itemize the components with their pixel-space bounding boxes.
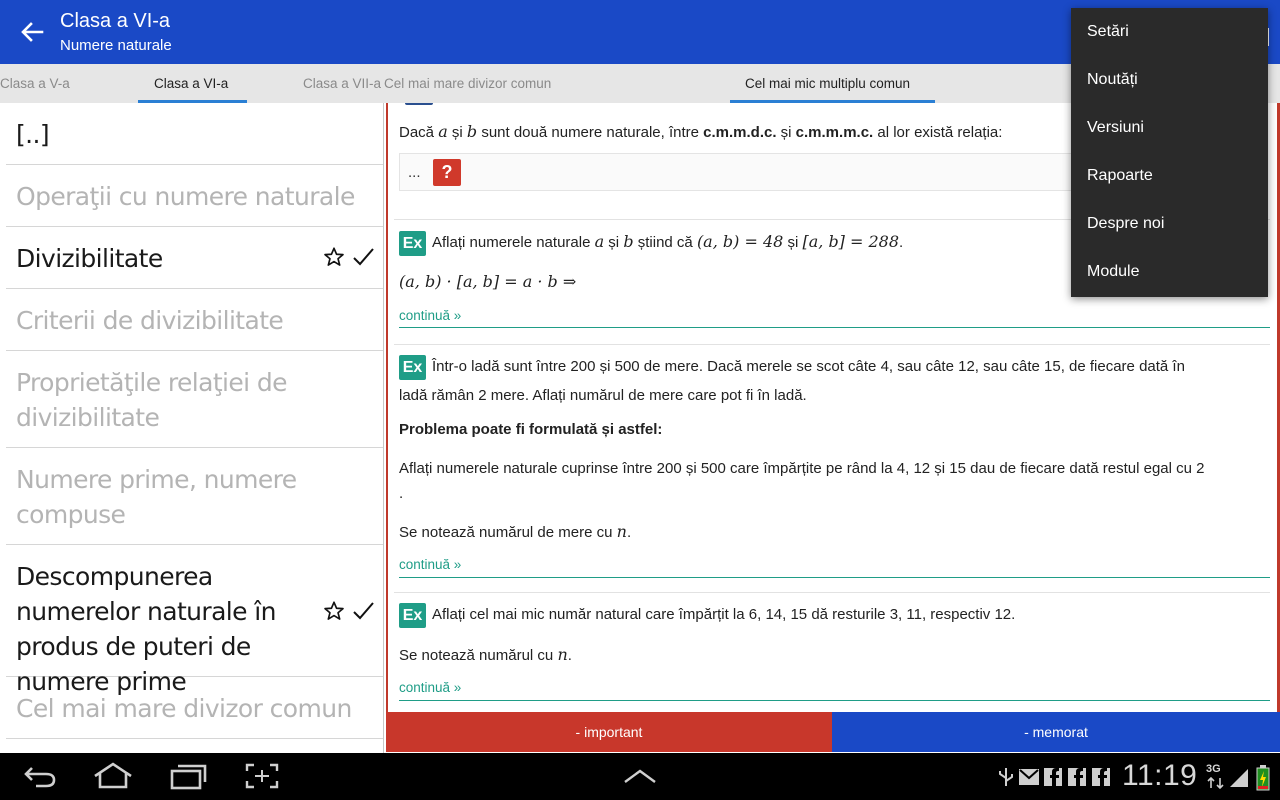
check-icon <box>353 602 374 620</box>
example-badge: Ex <box>399 602 426 628</box>
reveal-answer-button[interactable]: ? <box>433 159 461 186</box>
list-item-parent[interactable]: [..] <box>6 103 383 165</box>
tab-cmmmc[interactable]: Cel mai mic multiplu comun <box>745 64 910 103</box>
tab-cmmdc[interactable]: Cel mai mare divizor comun <box>384 64 551 103</box>
usb-icon <box>999 768 1013 786</box>
facebook-icon <box>1044 768 1062 786</box>
list-item[interactable]: Divizibilitate <box>6 227 383 289</box>
tab-clasa-v[interactable]: Clasa a V-a <box>0 64 70 103</box>
clock: 11:19 <box>1122 759 1198 792</box>
list-item[interactable]: Numere prime, numere compuse <box>6 448 383 545</box>
menu-item-about[interactable]: Despre noi <box>1071 200 1268 248</box>
continue-link[interactable]: continuă » <box>399 680 461 695</box>
example-card: Ex Într-o ladă sunt între 200 și 500 de m… <box>394 344 1270 580</box>
star-outline-icon[interactable] <box>323 246 345 268</box>
back-arrow-icon[interactable] <box>18 18 46 46</box>
example-text-line: Aflați numerele naturale cuprinse între … <box>399 460 1205 477</box>
list-item[interactable]: Descompunerea numerelor naturale în prod… <box>6 545 383 696</box>
tab-clasa-vii[interactable]: Clasa a VII-a <box>303 64 381 103</box>
menu-item-reports[interactable]: Rapoarte <box>1071 152 1268 200</box>
tab-clasa-vi[interactable]: Clasa a VI-a <box>154 64 228 103</box>
chevron-up-icon[interactable] <box>622 767 658 785</box>
example-text: Ex Aflați cel mai mic număr natural care … <box>399 600 1015 629</box>
recent-apps-icon[interactable] <box>168 762 208 790</box>
home-icon[interactable] <box>92 761 134 791</box>
menu-item-modules[interactable]: Module <box>1071 248 1268 296</box>
menu-item-settings[interactable]: Setări <box>1071 8 1268 56</box>
facebook-icon <box>1092 768 1110 786</box>
back-icon[interactable] <box>22 763 58 789</box>
example-formula: (a, b) · [a, b] = a · b ⇒ <box>399 272 577 291</box>
overflow-menu: Setări Noutăți Versiuni Rapoarte Despre … <box>1071 8 1268 297</box>
example-text: Ex Într-o ladă sunt între 200 și 500 de m… <box>399 352 1185 381</box>
example-subtitle: Problema poate fi formulată și astfel: <box>399 421 663 438</box>
system-bar: 11:19 3G <box>0 753 1280 800</box>
signal-icon <box>1230 769 1248 787</box>
facebook-icon <box>1068 768 1086 786</box>
page-subtitle: Numere naturale <box>60 37 172 54</box>
example-card: Ex Aflați cel mai mic număr natural care … <box>394 592 1270 712</box>
list-item[interactable]: Cel mai mare divizor comun <box>6 677 383 739</box>
theory-text: Dacă a și b sunt două numere naturale, î… <box>399 122 1003 141</box>
example-text: Ex Aflați numerele naturale a și b știind… <box>399 227 903 257</box>
mail-icon <box>1019 769 1039 785</box>
example-text-line: Se notează numărul de mere cu n. <box>399 522 632 541</box>
example-text-line: ladă rămân 2 mere. Aflați numărul de mer… <box>399 387 807 404</box>
example-text-line: Se notează numărul cu n. <box>399 645 572 664</box>
list-item[interactable]: Operaţii cu numere naturale <box>6 165 383 227</box>
mark-memorized-button[interactable]: - memorat <box>832 712 1280 752</box>
example-badge: Ex <box>399 230 426 256</box>
mark-important-button[interactable]: - important <box>386 712 832 752</box>
list-item[interactable]: Criterii de divizibilitate <box>6 289 383 351</box>
data-arrows-icon <box>1207 777 1224 789</box>
page-title: Clasa a VI-a <box>60 10 171 32</box>
chapter-list: [..] Operaţii cu numere naturale Divizib… <box>0 103 384 753</box>
continue-link[interactable]: continuă » <box>399 308 461 323</box>
example-badge: Ex <box>399 354 426 380</box>
network-type: 3G <box>1206 763 1221 775</box>
menu-item-versions[interactable]: Versiuni <box>1071 104 1268 152</box>
continue-link[interactable]: continuă » <box>399 557 461 572</box>
example-text-line: . <box>399 485 404 502</box>
list-item[interactable]: Proprietăţile relaţiei de divizibilitate <box>6 351 383 448</box>
card-badge <box>405 103 433 105</box>
screenshot-icon[interactable] <box>244 762 280 790</box>
battery-charging-icon <box>1256 765 1270 791</box>
menu-item-news[interactable]: Noutăți <box>1071 56 1268 104</box>
formula-dots: ... <box>408 164 421 181</box>
star-outline-icon[interactable] <box>323 600 345 622</box>
check-icon <box>353 248 374 266</box>
